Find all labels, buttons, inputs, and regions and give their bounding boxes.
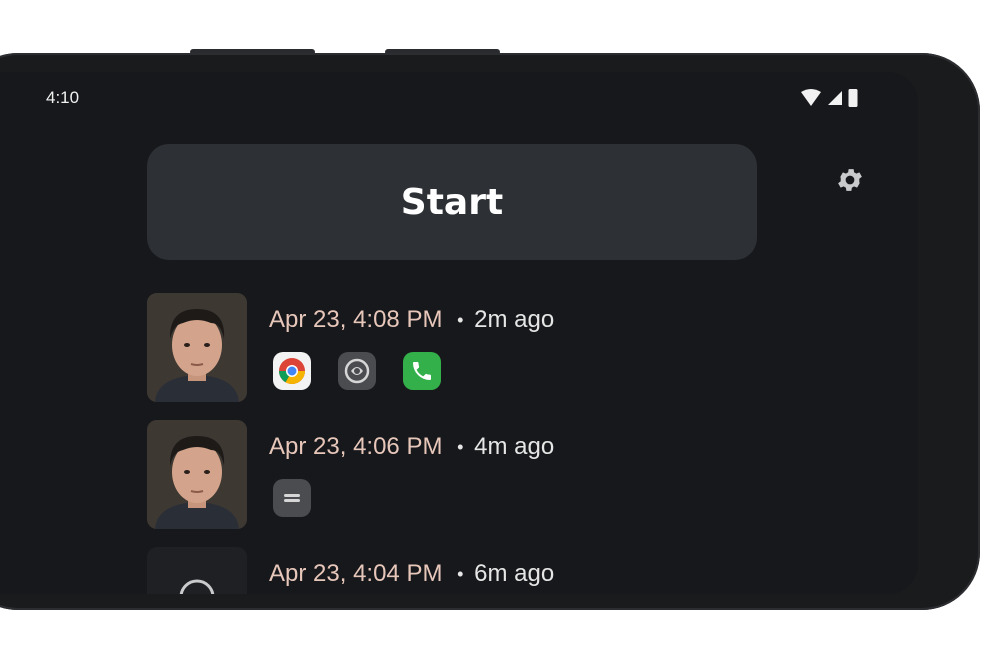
separator-dot: • [457, 310, 464, 331]
session-row-1[interactable]: Apr 23, 4:08 PM • 2m ago [147, 293, 847, 405]
session-ago: 4m ago [474, 433, 555, 460]
session-date-time: 4:06 PM [353, 433, 443, 460]
app-icon[interactable] [338, 352, 376, 390]
app-icons [273, 479, 311, 517]
separator-dot: • [457, 564, 464, 585]
gear-icon[interactable] [835, 165, 865, 195]
chrome-icon[interactable] [273, 352, 311, 390]
session-ago: 6m ago [474, 560, 555, 587]
session-ago: 2m ago [474, 306, 555, 333]
app-icons [273, 352, 441, 390]
status-icons [800, 88, 858, 108]
session-date-time: 4:08 PM [353, 306, 443, 333]
camera-placeholder [147, 547, 247, 594]
session-date-day: Apr 23, [269, 433, 347, 460]
session-date-day: Apr 23, [269, 306, 347, 333]
screen: 4:10 Start Apr 23, 4:08 PM • 2m ago Apr … [0, 72, 918, 594]
face-thumbnail [147, 420, 247, 529]
signal-icon [828, 91, 842, 105]
session-date: Apr 23, 4:04 PM • 6m ago [269, 560, 554, 588]
start-button[interactable]: Start [147, 144, 757, 260]
face-thumbnail [147, 293, 247, 402]
phone-icon[interactable] [403, 352, 441, 390]
session-date: Apr 23, 4:06 PM • 4m ago [269, 433, 554, 461]
session-row-2[interactable]: Apr 23, 4:06 PM • 4m ago [147, 420, 847, 532]
session-date: Apr 23, 4:08 PM • 2m ago [269, 306, 554, 334]
status-time: 4:10 [46, 88, 80, 107]
session-date-time: 4:04 PM [353, 560, 443, 587]
notes-icon[interactable] [273, 479, 311, 517]
battery-icon [848, 89, 858, 107]
separator-dot: • [457, 437, 464, 458]
wifi-icon [801, 89, 821, 106]
session-row-3[interactable]: Apr 23, 4:04 PM • 6m ago [147, 547, 847, 594]
session-date-day: Apr 23, [269, 560, 347, 587]
